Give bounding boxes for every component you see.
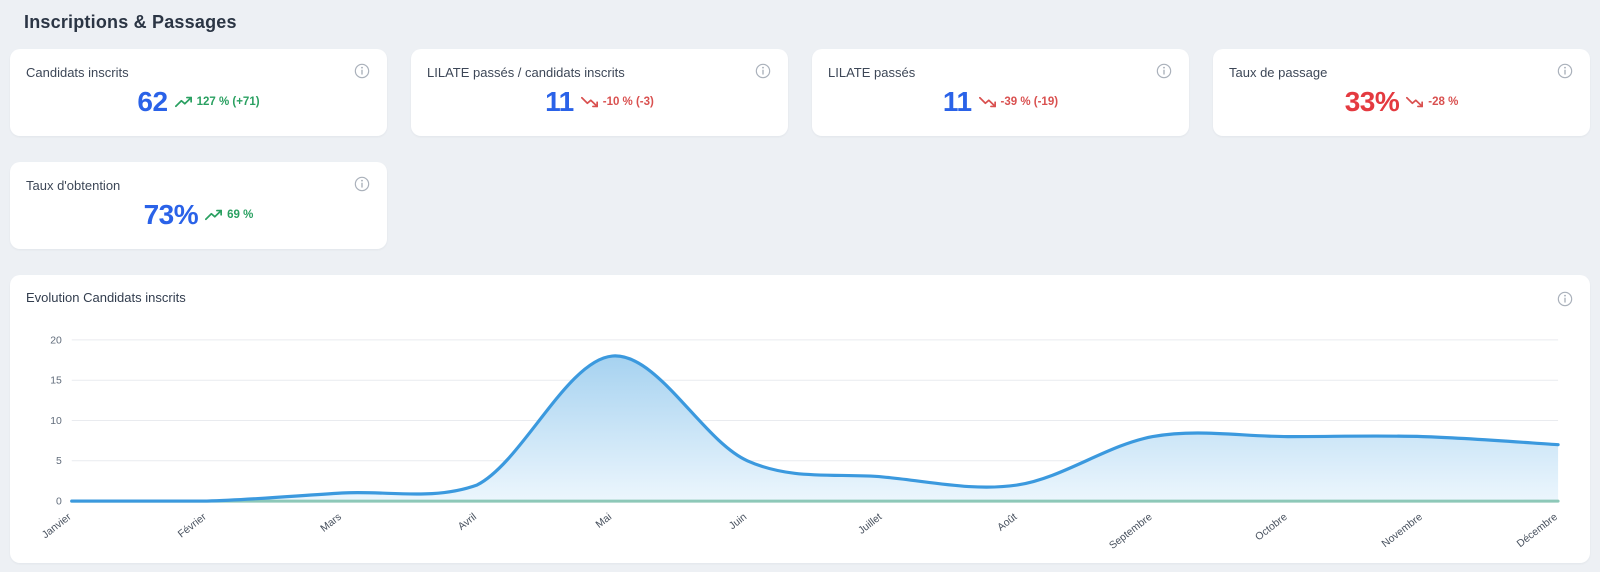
trend-indicator: 69 % bbox=[205, 209, 253, 221]
trend-text: 127 % (+71) bbox=[196, 96, 260, 108]
svg-text:15: 15 bbox=[50, 376, 62, 387]
info-icon[interactable] bbox=[353, 175, 371, 193]
svg-text:20: 20 bbox=[50, 335, 62, 346]
info-icon[interactable] bbox=[754, 62, 772, 80]
evolution-chart-card: Evolution Candidats inscrits 0 5 10 15 20 Jan… bbox=[10, 275, 1590, 563]
svg-text:Octobre: Octobre bbox=[1254, 512, 1290, 544]
svg-text:10: 10 bbox=[50, 416, 62, 427]
svg-text:Août: Août bbox=[996, 512, 1020, 534]
kpi-value: 33% bbox=[1344, 86, 1400, 117]
svg-text:Décembre: Décembre bbox=[1515, 512, 1560, 550]
svg-text:Septembre: Septembre bbox=[1108, 512, 1155, 552]
dashboard-page: Inscriptions & Passages Candidats inscri… bbox=[0, 0, 1600, 563]
info-icon[interactable] bbox=[353, 62, 371, 80]
svg-text:Janvier: Janvier bbox=[40, 511, 74, 541]
kpi-value: 11 bbox=[545, 86, 574, 117]
kpi-card-title: Candidats inscrits bbox=[26, 65, 129, 80]
trend-text: -10 % (-3) bbox=[602, 96, 654, 108]
trend-indicator: 127 % (+71) bbox=[174, 96, 260, 108]
kpi-value: 73% bbox=[143, 199, 199, 230]
kpi-card-lilate-passes: LILATE passés 11 -39 % (-19) bbox=[812, 49, 1189, 136]
kpi-card-title: LILATE passés / candidats inscrits bbox=[427, 65, 625, 80]
svg-text:Mai: Mai bbox=[594, 512, 614, 531]
svg-text:0: 0 bbox=[56, 497, 62, 508]
trend-arrow-icon bbox=[1406, 96, 1424, 108]
info-icon[interactable] bbox=[1556, 62, 1574, 80]
info-icon[interactable] bbox=[1556, 290, 1574, 308]
kpi-card-title: Taux d'obtention bbox=[26, 178, 121, 193]
area-chart-canvas[interactable]: 0 5 10 15 20 Janvier Février Mars Avril Mai Juin Ju… bbox=[26, 322, 1574, 555]
trend-arrow-icon bbox=[205, 209, 223, 221]
trend-text: 69 % bbox=[227, 209, 254, 221]
trend-text: -39 % (-19) bbox=[1000, 96, 1059, 108]
svg-text:Novembre: Novembre bbox=[1380, 512, 1425, 550]
trend-arrow-icon bbox=[174, 96, 192, 108]
trend-arrow-icon bbox=[580, 96, 598, 108]
svg-text:Juin: Juin bbox=[727, 512, 749, 533]
svg-text:Mars: Mars bbox=[319, 512, 344, 535]
trend-indicator: -39 % (-19) bbox=[978, 96, 1059, 108]
kpi-card-taux-obtention: Taux d'obtention 73% 69 % bbox=[10, 162, 387, 249]
page-title: Inscriptions & Passages bbox=[24, 12, 237, 32]
kpi-card-candidats-inscrits: Candidats inscrits 62 127 % (+71) bbox=[10, 49, 387, 136]
info-icon[interactable] bbox=[1155, 62, 1173, 80]
trend-text: -28 % bbox=[1428, 96, 1459, 108]
kpi-value: 11 bbox=[942, 86, 972, 117]
svg-text:5: 5 bbox=[56, 456, 62, 467]
trend-arrow-icon bbox=[978, 96, 996, 108]
kpi-card-title: LILATE passés bbox=[828, 65, 916, 80]
kpi-card-title: Taux de passage bbox=[1229, 65, 1328, 80]
kpi-card-taux-de-passage: Taux de passage 33% -28 % bbox=[1213, 49, 1590, 136]
trend-indicator: -10 % (-3) bbox=[580, 96, 654, 108]
kpi-card-lilate-passes-candidats: LILATE passés / candidats inscrits 11 -1… bbox=[411, 49, 788, 136]
evolution-chart[interactable]: 0 5 10 15 20 Janvier Février Mars Avril Mai Juin Ju… bbox=[26, 322, 1574, 555]
kpi-cards-grid: Candidats inscrits 62 127 % (+71) LILATE… bbox=[10, 49, 1590, 249]
trend-indicator: -28 % bbox=[1406, 96, 1458, 108]
svg-text:Avril: Avril bbox=[456, 512, 479, 533]
chart-title: Evolution Candidats inscrits bbox=[26, 290, 186, 305]
svg-text:Février: Février bbox=[176, 511, 209, 540]
kpi-value: 62 bbox=[137, 86, 168, 117]
svg-text:Juillet: Juillet bbox=[857, 512, 885, 537]
